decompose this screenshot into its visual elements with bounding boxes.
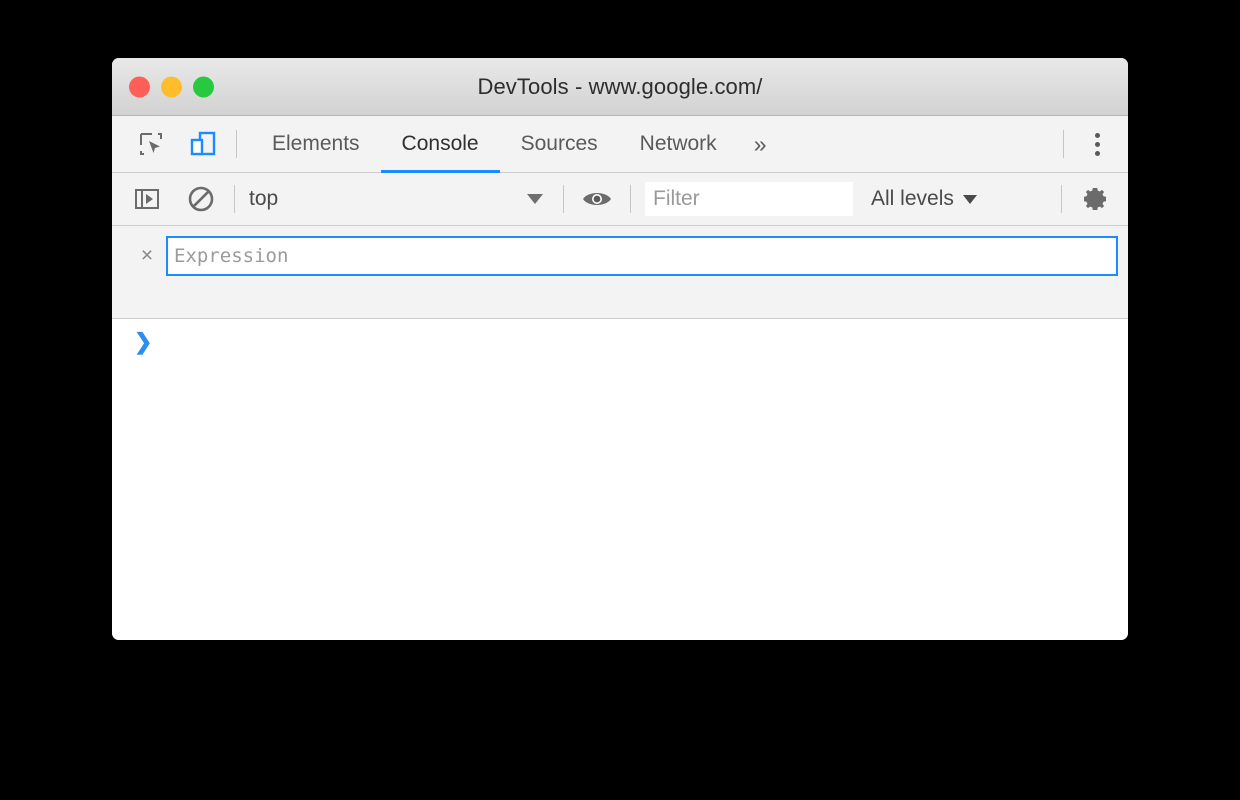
devtools-window: DevTools - www.google.com/ Elements Cons… xyxy=(112,58,1128,640)
settings-gear-icon xyxy=(1084,188,1106,210)
minimize-window-button[interactable] xyxy=(161,76,182,97)
more-tabs-chevron-icon: » xyxy=(753,130,767,157)
execution-context-selector[interactable]: top xyxy=(249,187,549,211)
console-toolbar: top All levels xyxy=(112,173,1128,226)
clear-console-button[interactable] xyxy=(182,180,220,218)
more-options-button[interactable] xyxy=(1078,125,1116,163)
kebab-dot xyxy=(1094,150,1100,156)
create-live-expression-button[interactable] xyxy=(578,180,616,218)
close-icon: × xyxy=(140,244,154,267)
console-sidebar-toggle-button[interactable] xyxy=(128,180,166,218)
traffic-lights xyxy=(129,76,214,97)
tab-bar-divider xyxy=(236,130,237,158)
kebab-dot xyxy=(1094,141,1100,147)
console-toolbar-right xyxy=(1047,180,1128,218)
remove-live-expression-button[interactable]: × xyxy=(134,243,160,269)
tab-console-label: Console xyxy=(401,132,479,155)
panel-tabs: Elements Console Sources Network » xyxy=(251,116,783,173)
console-prompt-row[interactable]: ❯ xyxy=(112,331,1128,353)
tab-network-label: Network xyxy=(639,132,717,155)
tab-bar-right-divider xyxy=(1063,130,1064,158)
inspect-element-button[interactable] xyxy=(132,125,170,163)
filter-input[interactable] xyxy=(645,182,853,216)
console-toolbar-divider-2 xyxy=(563,185,564,213)
console-output[interactable]: ❯ xyxy=(112,319,1128,640)
close-window-button[interactable] xyxy=(129,76,150,97)
console-prompt-chevron-icon: ❯ xyxy=(134,329,153,354)
settings-button[interactable] xyxy=(1076,180,1114,218)
live-expressions-area: × xyxy=(112,226,1128,319)
console-toolbar-divider xyxy=(234,185,235,213)
tab-sources[interactable]: Sources xyxy=(500,116,619,172)
panel-tab-bar: Elements Console Sources Network » xyxy=(112,116,1128,173)
tab-bar-left-icons xyxy=(112,116,222,172)
clear-console-icon xyxy=(188,186,214,212)
console-sidebar-icon xyxy=(135,189,159,209)
tab-sources-label: Sources xyxy=(520,132,598,155)
toggle-device-toolbar-button[interactable] xyxy=(184,125,222,163)
title-bar: DevTools - www.google.com/ xyxy=(112,58,1128,116)
live-expression-row: × xyxy=(122,236,1118,276)
kebab-dot xyxy=(1094,132,1100,138)
live-expression-input[interactable] xyxy=(166,236,1118,276)
window-title: DevTools - www.google.com/ xyxy=(477,73,763,99)
console-toolbar-divider-3 xyxy=(630,185,631,213)
tab-network[interactable]: Network xyxy=(619,116,738,172)
eye-icon xyxy=(583,193,611,205)
more-tabs-button[interactable]: » xyxy=(738,116,783,172)
tab-elements[interactable]: Elements xyxy=(251,116,381,172)
execution-context-label: top xyxy=(249,187,279,210)
inspect-element-icon xyxy=(140,133,162,155)
tab-bar-right xyxy=(1049,116,1128,172)
tab-elements-label: Elements xyxy=(272,132,360,155)
tab-console[interactable]: Console xyxy=(380,116,500,173)
console-toolbar-divider-4 xyxy=(1061,185,1062,213)
log-levels-label: All levels xyxy=(871,187,954,210)
chevron-down-icon xyxy=(962,194,977,204)
log-levels-selector[interactable]: All levels xyxy=(871,187,977,211)
device-toolbar-icon xyxy=(190,131,216,156)
chevron-down-icon xyxy=(527,194,543,204)
zoom-window-button[interactable] xyxy=(193,76,214,97)
